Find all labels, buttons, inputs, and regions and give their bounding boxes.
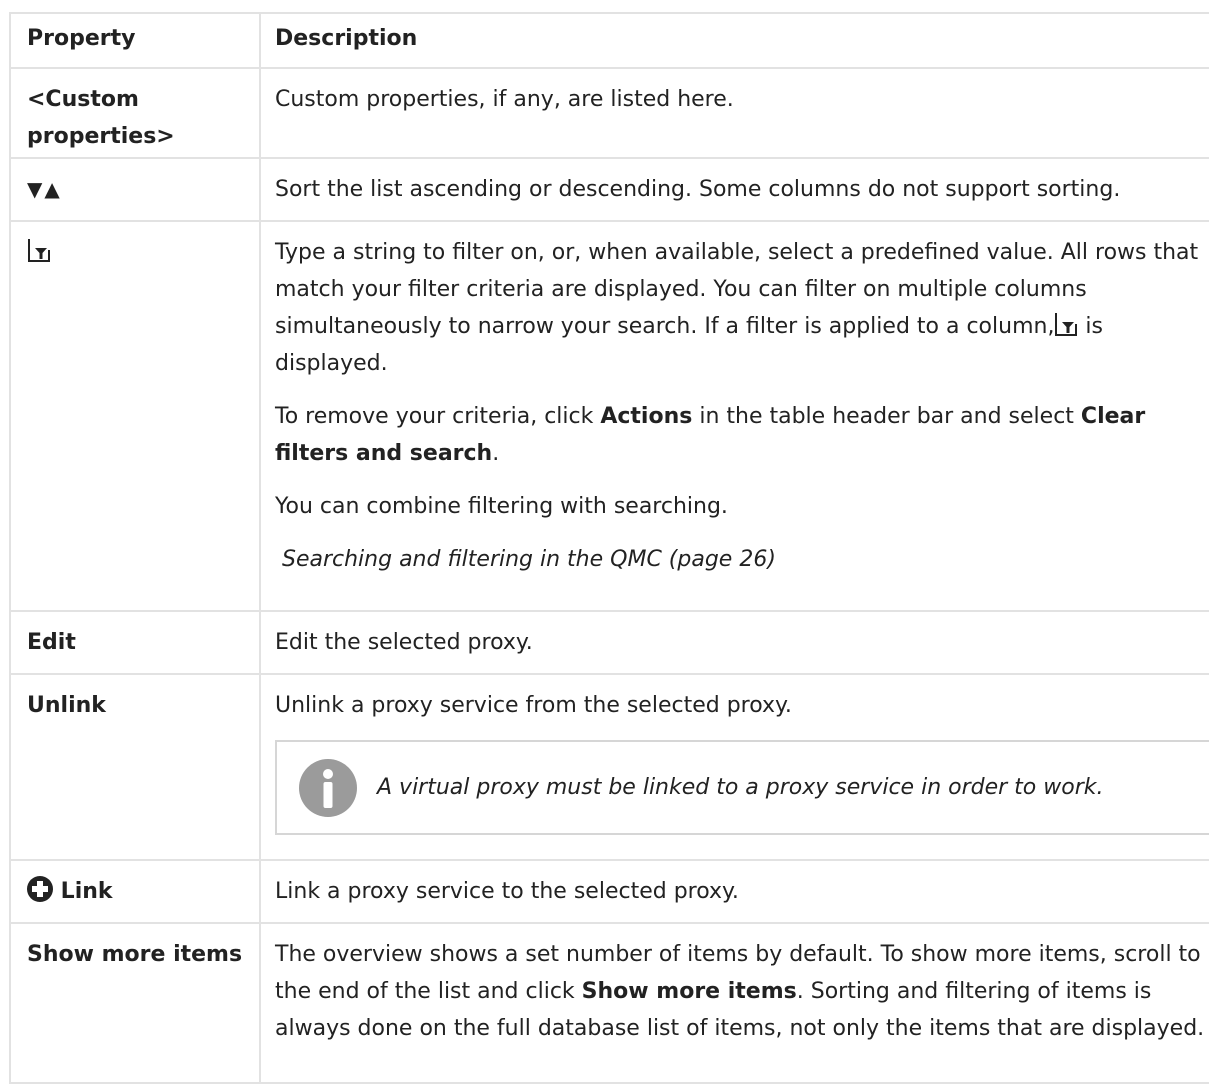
plus-circle-icon: [27, 876, 53, 902]
table-row: <Custom properties> Custom properties, i…: [9, 67, 1209, 159]
filter-combine-note: You can combine filtering with searching…: [275, 494, 728, 519]
table-row: Show more items The overview shows a set…: [9, 922, 1209, 1084]
filter-description: Type a string to filter on, or, when ava…: [275, 240, 1199, 376]
column-header-property: Property: [9, 12, 261, 69]
description-unlink: Unlink a proxy service from the selected…: [275, 693, 792, 718]
filter-icon: [28, 239, 50, 262]
table-row: Unlink Unlink a proxy service from the s…: [9, 673, 1209, 861]
description-link: Link a proxy service to the selected pro…: [259, 859, 1209, 924]
description-show-more: The overview shows a set number of items…: [259, 922, 1209, 1084]
description-edit: Edit the selected proxy.: [259, 610, 1209, 675]
property-edit: Edit: [9, 610, 261, 675]
note-text: A virtual proxy must be linked to a prox…: [377, 775, 1104, 800]
properties-table: Property Description <Custom properties>…: [9, 12, 1209, 1084]
table-row: ▼▲ Sort the list ascending or descending…: [9, 157, 1209, 222]
sort-triangles-icon: ▼▲: [27, 177, 62, 201]
description-sort: Sort the list ascending or descending. S…: [259, 157, 1209, 222]
table-row: Edit Edit the selected proxy.: [9, 610, 1209, 675]
note-box: A virtual proxy must be linked to a prox…: [275, 740, 1209, 835]
info-icon: [299, 758, 357, 817]
table-header-row: Property Description: [9, 12, 1209, 69]
property-custom: <Custom properties>: [9, 67, 261, 159]
filter-icon: [1055, 313, 1078, 336]
property-link: Link: [60, 879, 113, 904]
filter-clear-instructions: To remove your criteria, click Actions i…: [275, 404, 1146, 466]
table-row: Link Link a proxy service to the selecte…: [9, 859, 1209, 924]
column-header-description: Description: [259, 12, 1209, 69]
property-unlink: Unlink: [9, 673, 261, 861]
description-custom: Custom properties, if any, are listed he…: [259, 67, 1209, 159]
searching-filtering-link[interactable]: Searching and filtering in the QMC (page…: [275, 541, 1209, 578]
table-row: Type a string to filter on, or, when ava…: [9, 220, 1209, 612]
property-show-more: Show more items: [9, 922, 261, 1084]
